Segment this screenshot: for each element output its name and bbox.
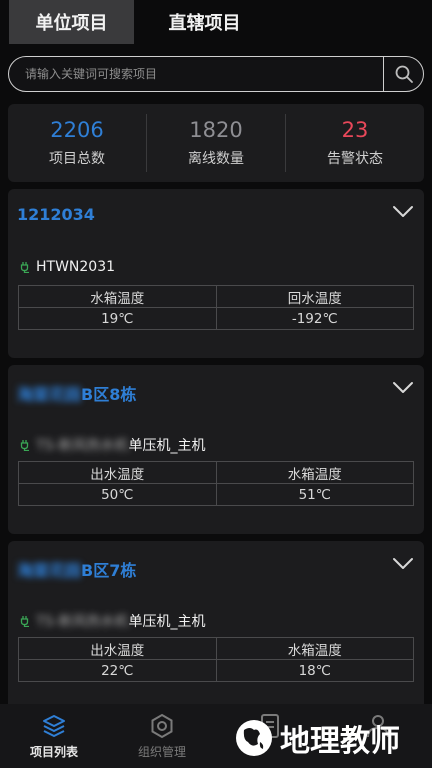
project-title-suffix: B区8栋	[81, 385, 137, 404]
reading-value: 50℃	[18, 483, 217, 506]
device-plug-icon	[20, 440, 29, 451]
reading-value: -192℃	[215, 307, 414, 330]
project-title-suffix: B区7栋	[81, 561, 137, 580]
reading-value: 51℃	[215, 483, 414, 506]
stat-value: 23	[341, 118, 369, 142]
reading-header: 出水温度	[18, 637, 217, 660]
redacted-text: TS-新风热水机	[36, 438, 129, 454]
hexagon-nut-icon	[151, 713, 173, 738]
device-row: TS-新风热水机单压机_主机	[20, 435, 206, 455]
project-title: 1212034	[17, 205, 95, 224]
project-card[interactable]: 海棠花园B区7栋 TS-新风热水机单压机_主机 出水温度 水箱温度 22℃ 18…	[8, 541, 424, 710]
reading-header: 水箱温度	[215, 461, 414, 484]
search-input[interactable]	[9, 57, 383, 91]
watermark-logo: 地理教师	[234, 716, 400, 760]
project-card[interactable]: 1212034 HTWN2031 水箱温度 回水温度 19℃ -192℃	[8, 189, 424, 358]
top-tab-bar: 单位项目 直辖项目	[0, 0, 432, 46]
readings-table: 水箱温度 回水温度 19℃ -192℃	[18, 285, 414, 330]
stat-label: 项目总数	[49, 151, 105, 167]
device-name: TS-新风热水机单压机_主机	[36, 435, 206, 455]
search-button[interactable]	[383, 57, 423, 91]
stat-label: 告警状态	[327, 151, 383, 167]
nav-item-project-list[interactable]: 项目列表	[0, 704, 108, 768]
nav-item-org-management[interactable]: 组织管理	[108, 704, 216, 768]
stats-panel: 2206 项目总数 1820 离线数量 23 告警状态	[8, 104, 424, 182]
chevron-down-icon[interactable]	[392, 381, 414, 395]
device-row: TS-新风热水机单压机_主机	[20, 611, 206, 631]
project-title: 海棠花园B区7栋	[17, 557, 136, 581]
stat-value: 2206	[50, 118, 104, 142]
reading-value: 18℃	[215, 659, 414, 682]
project-card[interactable]: 海棠花园B区8栋 TS-新风热水机单压机_主机 出水温度 水箱温度 50℃ 51…	[8, 365, 424, 534]
tab-direct-projects[interactable]: 直辖项目	[142, 0, 267, 44]
stat-value: 1820	[189, 118, 243, 142]
reading-value: 19℃	[18, 307, 217, 330]
nav-label: 组织管理	[137, 744, 186, 759]
layers-icon	[43, 714, 65, 737]
device-name-suffix: 单压机_主机	[128, 614, 206, 630]
search-bar	[8, 56, 424, 92]
chevron-down-icon[interactable]	[392, 557, 414, 571]
globe-logo-icon	[236, 720, 272, 756]
readings-table: 出水温度 水箱温度 50℃ 51℃	[18, 461, 414, 506]
device-name: HTWN2031	[36, 259, 116, 275]
device-name: TS-新风热水机单压机_主机	[36, 611, 206, 631]
reading-header: 回水温度	[215, 285, 414, 308]
reading-header: 水箱温度	[18, 285, 217, 308]
device-plug-icon	[20, 262, 29, 273]
chevron-down-icon[interactable]	[392, 205, 414, 219]
device-plug-icon	[20, 616, 29, 627]
redacted-text: 海棠花园	[17, 561, 82, 580]
redacted-text: 海棠花园	[17, 385, 82, 404]
watermark-text: 地理教师	[280, 724, 400, 759]
redacted-text: TS-新风热水机	[36, 614, 129, 630]
reading-header: 出水温度	[18, 461, 217, 484]
reading-value: 22℃	[18, 659, 217, 682]
reading-header: 水箱温度	[215, 637, 414, 660]
nav-label: 项目列表	[29, 744, 78, 759]
stat-total-projects[interactable]: 2206 项目总数	[8, 114, 146, 172]
device-row: HTWN2031	[20, 259, 115, 275]
project-title: 海棠花园B区8栋	[17, 381, 136, 405]
device-name-suffix: 单压机_主机	[128, 438, 206, 454]
tab-unit-projects[interactable]: 单位项目	[9, 0, 134, 44]
stat-offline-count[interactable]: 1820 离线数量	[146, 114, 285, 172]
stat-alarm-status[interactable]: 23 告警状态	[285, 114, 424, 172]
readings-table: 出水温度 水箱温度 22℃ 18℃	[18, 637, 414, 682]
search-icon	[395, 65, 413, 83]
stat-label: 离线数量	[188, 151, 244, 167]
